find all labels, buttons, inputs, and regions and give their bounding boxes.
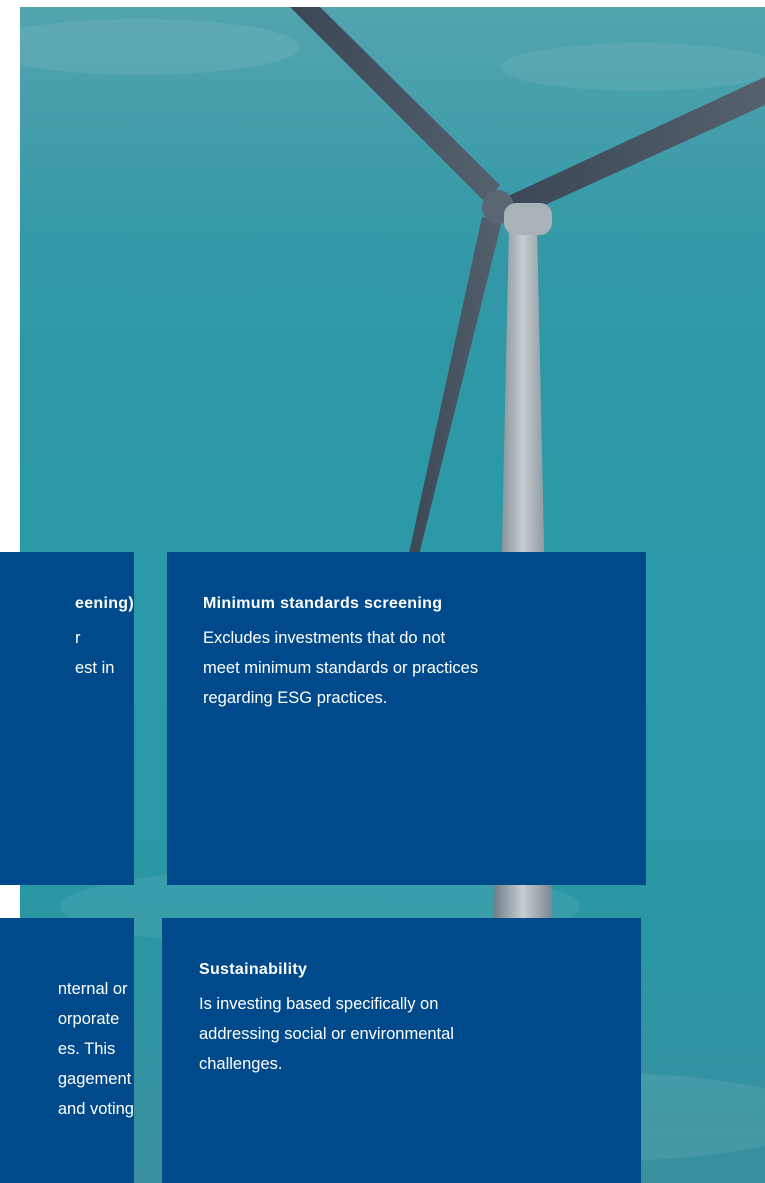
card-body: Excludes investments that do not meet mi… (203, 623, 610, 713)
card-sustainability: Sustainability Is investing based specif… (162, 918, 641, 1183)
card-title: eening) (75, 595, 134, 612)
card-body-line: Is investing based specifically on (199, 995, 439, 1013)
card-body-line: and voting (57, 1100, 134, 1118)
card-top-left: eening) r est in (0, 552, 134, 885)
card-body-line: regarding ESG practices. (203, 689, 388, 707)
card-body-line: es. This (57, 1040, 116, 1058)
card-body-line: addressing social or environmental (199, 1025, 454, 1043)
card-minimum-standards: Minimum standards screening Excludes inv… (167, 552, 646, 885)
card-body: r est in (75, 623, 134, 683)
card-body-line: challenges. (199, 1055, 283, 1073)
card-title: Sustainability (199, 961, 308, 978)
card-body-line: gagement (57, 1070, 132, 1088)
card-body-line: r (75, 629, 81, 647)
card-title: Minimum standards screening (203, 595, 443, 612)
card-body-line: Excludes investments that do not (203, 629, 446, 647)
card-body-line: orporate (57, 1010, 120, 1028)
card-body-line: est in (75, 659, 115, 677)
card-body: nternal or orporate es. This gagement an… (58, 974, 134, 1124)
card-body-line: nternal or (57, 980, 128, 998)
card-body: Is investing based specifically on addre… (199, 989, 604, 1079)
card-body-line: meet minimum standards or practices (203, 659, 479, 677)
card-bottom-left: nternal or orporate es. This gagement an… (0, 918, 134, 1183)
